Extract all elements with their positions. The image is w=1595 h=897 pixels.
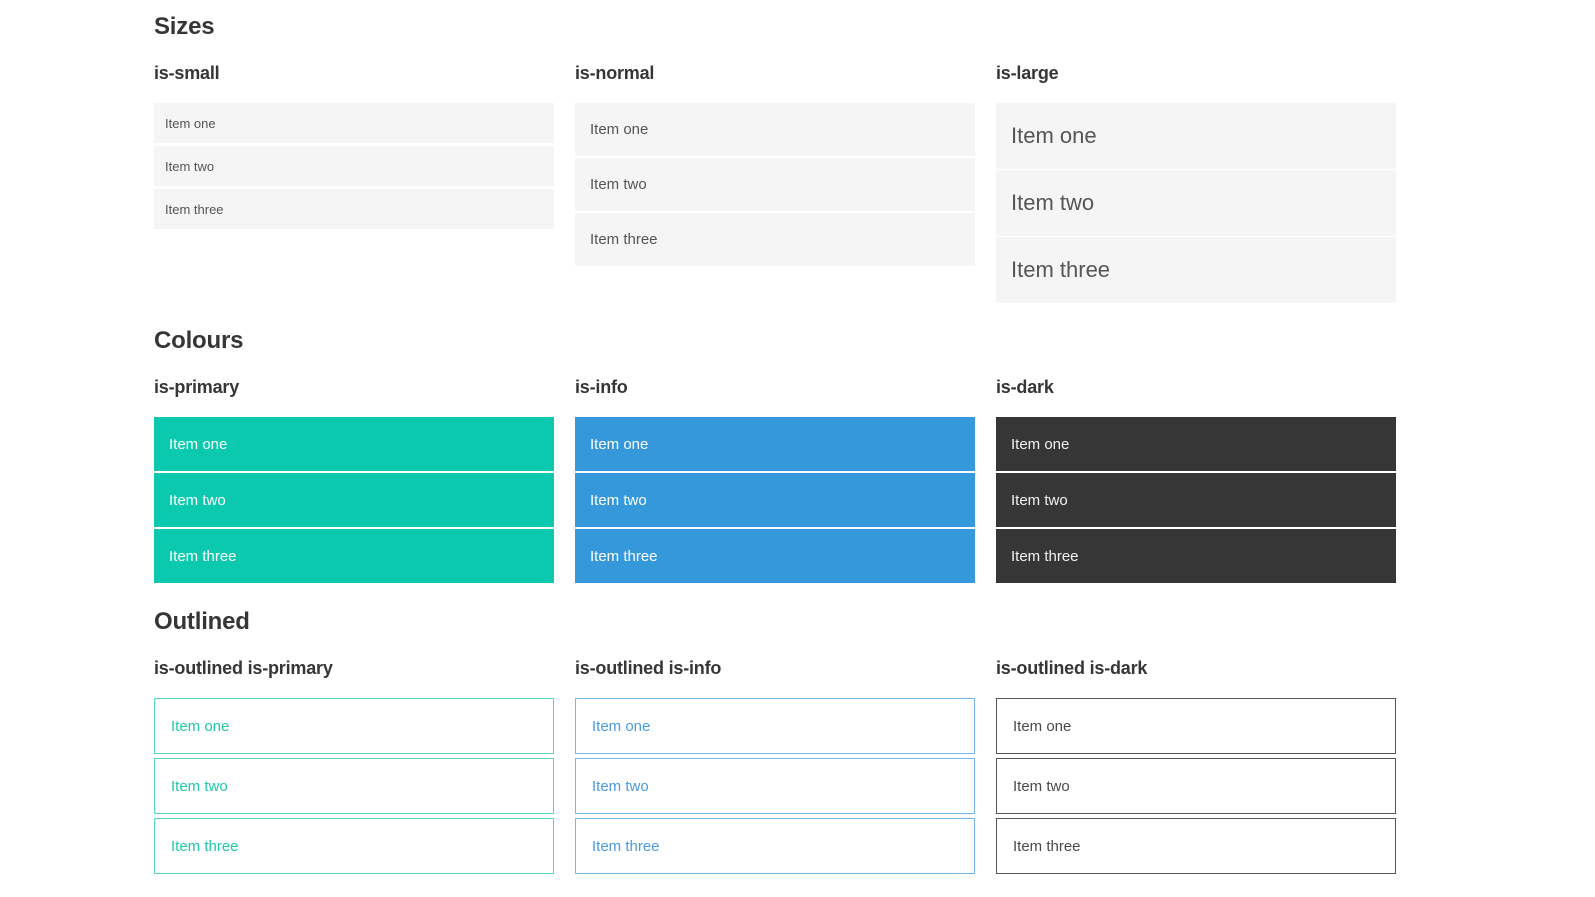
section-title-outlined: Outlined bbox=[154, 608, 250, 635]
list-is-outlined-is-primary: Item one Item two Item three bbox=[154, 698, 554, 878]
column-is-outlined-is-info: is-outlined is-info Item one Item two It… bbox=[575, 657, 975, 878]
list-item[interactable]: Item two bbox=[996, 170, 1396, 236]
list-item[interactable]: Item two bbox=[154, 146, 554, 186]
group-label-is-large: is-large bbox=[996, 63, 1059, 83]
list-item[interactable]: Item two bbox=[154, 473, 554, 527]
list-item[interactable]: Item one bbox=[154, 103, 554, 143]
list-item[interactable]: Item two bbox=[575, 473, 975, 527]
list-item[interactable]: Item one bbox=[575, 417, 975, 471]
list-is-small: Item one Item two Item three bbox=[154, 103, 554, 232]
column-is-info: is-info Item one Item two Item three bbox=[575, 376, 975, 585]
list-item[interactable]: Item two bbox=[996, 473, 1396, 527]
group-label-is-outlined-is-info: is-outlined is-info bbox=[575, 658, 722, 678]
section-outlined: Outlined is-outlined is-primary Item one… bbox=[154, 609, 1396, 878]
column-is-primary: is-primary Item one Item two Item three bbox=[154, 376, 554, 585]
list-item[interactable]: Item one bbox=[996, 417, 1396, 471]
list-item[interactable]: Item three bbox=[575, 818, 975, 874]
list-item[interactable]: Item two bbox=[996, 758, 1396, 814]
list-item[interactable]: Item one bbox=[154, 417, 554, 471]
page-container: Sizes is-small Item one Item two Item th… bbox=[0, 0, 1396, 878]
list-item[interactable]: Item one bbox=[575, 103, 975, 156]
list-item[interactable]: Item one bbox=[996, 698, 1396, 754]
list-item[interactable]: Item two bbox=[154, 758, 554, 814]
list-item[interactable]: Item two bbox=[575, 758, 975, 814]
column-is-dark: is-dark Item one Item two Item three bbox=[996, 376, 1396, 585]
outlined-grid: is-outlined is-primary Item one Item two… bbox=[154, 657, 1396, 878]
section-sizes: Sizes is-small Item one Item two Item th… bbox=[154, 14, 1396, 304]
list-item[interactable]: Item three bbox=[996, 529, 1396, 583]
column-is-large: is-large Item one Item two Item three bbox=[996, 62, 1396, 304]
group-label-is-info: is-info bbox=[575, 377, 628, 397]
group-label-is-outlined-is-primary: is-outlined is-primary bbox=[154, 658, 333, 678]
list-item[interactable]: Item three bbox=[154, 818, 554, 874]
sizes-grid: is-small Item one Item two Item three is… bbox=[154, 62, 1396, 304]
list-is-normal: Item one Item two Item three bbox=[575, 103, 975, 268]
list-item[interactable]: Item three bbox=[154, 189, 554, 229]
column-is-small: is-small Item one Item two Item three bbox=[154, 62, 554, 232]
column-is-outlined-is-dark: is-outlined is-dark Item one Item two It… bbox=[996, 657, 1396, 878]
list-is-dark: Item one Item two Item three bbox=[996, 417, 1396, 585]
column-is-normal: is-normal Item one Item two Item three bbox=[575, 62, 975, 268]
list-item[interactable]: Item three bbox=[996, 818, 1396, 874]
list-item[interactable]: Item one bbox=[154, 698, 554, 754]
list-item[interactable]: Item three bbox=[575, 529, 975, 583]
list-item[interactable]: Item three bbox=[154, 529, 554, 583]
list-is-primary: Item one Item two Item three bbox=[154, 417, 554, 585]
list-is-info: Item one Item two Item three bbox=[575, 417, 975, 585]
list-item[interactable]: Item one bbox=[575, 698, 975, 754]
list-is-outlined-is-dark: Item one Item two Item three bbox=[996, 698, 1396, 878]
section-colours: Colours is-primary Item one Item two Ite… bbox=[154, 328, 1396, 585]
group-label-is-outlined-is-dark: is-outlined is-dark bbox=[996, 658, 1148, 678]
list-item[interactable]: Item three bbox=[575, 213, 975, 266]
list-is-large: Item one Item two Item three bbox=[996, 103, 1396, 304]
colours-grid: is-primary Item one Item two Item three … bbox=[154, 376, 1396, 585]
group-label-is-primary: is-primary bbox=[154, 377, 240, 397]
group-label-is-normal: is-normal bbox=[575, 63, 655, 83]
list-item[interactable]: Item one bbox=[996, 103, 1396, 169]
section-title-colours: Colours bbox=[154, 327, 244, 354]
list-item[interactable]: Item three bbox=[996, 237, 1396, 303]
group-label-is-small: is-small bbox=[154, 63, 220, 83]
group-label-is-dark: is-dark bbox=[996, 377, 1054, 397]
list-is-outlined-is-info: Item one Item two Item three bbox=[575, 698, 975, 878]
list-item[interactable]: Item two bbox=[575, 158, 975, 211]
section-title-sizes: Sizes bbox=[154, 13, 215, 40]
column-is-outlined-is-primary: is-outlined is-primary Item one Item two… bbox=[154, 657, 554, 878]
